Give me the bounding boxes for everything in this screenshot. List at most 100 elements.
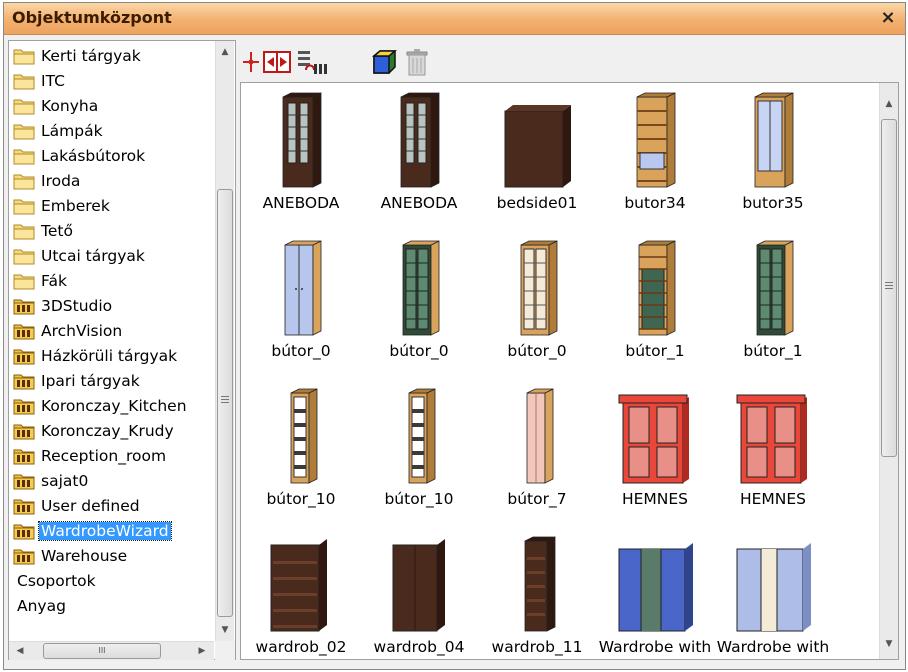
tree-item[interactable]: Reception_room xyxy=(9,443,214,468)
library-icon xyxy=(13,522,35,540)
list-view-icon[interactable] xyxy=(296,48,330,76)
object-name: wardrob_11 xyxy=(491,638,583,656)
tree-horizontal-scrollbar[interactable]: ◀ III ▶ xyxy=(9,641,214,660)
tree-scroll-thumb[interactable] xyxy=(217,189,233,617)
tree-item[interactable]: Fák xyxy=(9,268,214,293)
folder-icon xyxy=(13,197,35,215)
folder-icon xyxy=(13,47,35,65)
furniture-preview-icon xyxy=(615,239,695,339)
folder-icon xyxy=(13,222,35,240)
object-thumbnail[interactable]: butor34 xyxy=(597,85,713,235)
scroll-down-arrow-icon[interactable]: ▼ xyxy=(216,621,234,639)
object-thumbnail[interactable]: wardrob_04 xyxy=(361,529,477,659)
scroll-left-arrow-icon[interactable]: ◀ xyxy=(11,642,29,660)
tree-item[interactable]: User defined xyxy=(9,493,214,518)
object-thumbnail[interactable]: bútor_10 xyxy=(361,381,477,531)
object-thumbnail[interactable]: wardrob_02 xyxy=(243,529,359,659)
object-thumbnail[interactable]: ANEBODA xyxy=(243,85,359,235)
object-thumbnail[interactable]: bútor_1 xyxy=(715,233,831,383)
tree-item-label: User defined xyxy=(41,496,140,515)
grid-scroll-down-arrow-icon[interactable]: ▼ xyxy=(880,635,898,653)
close-button[interactable]: × xyxy=(877,7,899,29)
object-thumbnail[interactable]: wardrob_11 xyxy=(479,529,595,659)
object-name: butor35 xyxy=(742,194,804,212)
tree-item[interactable]: Lakásbútorok xyxy=(9,143,214,168)
scroll-up-arrow-icon[interactable]: ▲ xyxy=(216,43,234,61)
tree-item[interactable]: Lámpák xyxy=(9,118,214,143)
furniture-preview-icon xyxy=(379,535,459,635)
tree-item[interactable]: Anyag xyxy=(9,593,214,618)
folder-icon xyxy=(13,272,35,290)
tree-hscroll-thumb[interactable]: III xyxy=(43,643,161,659)
tree-item[interactable]: Konyha xyxy=(9,93,214,118)
object-name: ANEBODA xyxy=(380,194,458,212)
tree-item-label: Warehouse xyxy=(41,546,128,565)
tree-item[interactable]: Kerti tárgyak xyxy=(9,43,214,68)
object-name: bútor_1 xyxy=(743,342,803,360)
object-thumbnail[interactable]: bútor_0 xyxy=(361,233,477,383)
object-thumbnail[interactable]: butor35 xyxy=(715,85,831,235)
object-thumbnail[interactable]: Wardrobe with xyxy=(715,529,831,659)
tree-item[interactable]: Tető xyxy=(9,218,214,243)
object-thumbnail[interactable]: Wardrobe with xyxy=(597,529,713,659)
tree-item-label: Koronczay_Krudy xyxy=(41,421,174,440)
tree-item-label: WardrobeWizard xyxy=(38,520,172,541)
grid-vertical-scrollbar[interactable]: ▲ ▼ xyxy=(879,83,898,659)
tree-item-label: 3DStudio xyxy=(41,296,113,315)
furniture-preview-icon xyxy=(497,91,577,191)
tree-item[interactable]: 3DStudio xyxy=(9,293,214,318)
object-thumbnail[interactable]: HEMNES xyxy=(715,381,831,531)
object-name: bútor_1 xyxy=(625,342,685,360)
tree-item[interactable]: Ipari tárgyak xyxy=(9,368,214,393)
tree-item-label: Iroda xyxy=(41,171,81,190)
3d-view-icon[interactable] xyxy=(370,48,398,76)
title-bar[interactable]: Objektumközpont × xyxy=(4,3,905,35)
object-name: bútor_0 xyxy=(507,342,567,360)
object-thumbnail[interactable]: ANEBODA xyxy=(361,85,477,235)
tree-item[interactable]: Utcai tárgyak xyxy=(9,243,214,268)
window-title: Objektumközpont xyxy=(12,8,172,27)
tree-item[interactable]: ITC xyxy=(9,68,214,93)
furniture-preview-icon xyxy=(379,239,459,339)
scroll-right-arrow-icon[interactable]: ▶ xyxy=(193,642,211,660)
tree-item[interactable]: sajat0 xyxy=(9,468,214,493)
tree-item-label: Házkörüli tárgyak xyxy=(41,346,178,365)
tree-item-label: Ipari tárgyak xyxy=(41,371,140,390)
object-thumbnail[interactable]: bedside01 xyxy=(479,85,595,235)
object-thumbnail[interactable]: bútor_0 xyxy=(243,233,359,383)
furniture-preview-icon xyxy=(733,239,813,339)
object-thumbnail[interactable]: bútor_1 xyxy=(597,233,713,383)
grid-scroll-thumb[interactable] xyxy=(881,119,897,457)
tree-item-label: Reception_room xyxy=(41,446,167,465)
library-icon xyxy=(13,472,35,490)
grid-scroll-up-arrow-icon[interactable]: ▲ xyxy=(880,95,898,113)
tree-item[interactable]: Csoportok xyxy=(9,568,214,593)
library-icon xyxy=(13,497,35,515)
tree-item[interactable]: WardrobeWizard xyxy=(9,518,214,543)
tree-item[interactable]: Warehouse xyxy=(9,543,214,568)
insert-point-icon[interactable] xyxy=(242,48,260,76)
move-icon[interactable] xyxy=(262,48,292,76)
tree-item-label: Konyha xyxy=(41,96,99,115)
folder-icon xyxy=(13,97,35,115)
object-name: Wardrobe with xyxy=(598,638,712,656)
object-grid-panel: ANEBODA ANEBODA bedside01 butor34 butor35 bút… xyxy=(240,82,899,660)
tree-item-label: Lámpák xyxy=(41,121,103,140)
tree-item[interactable]: Koronczay_Krudy xyxy=(9,418,214,443)
furniture-preview-icon xyxy=(733,91,813,191)
category-tree: Kerti tárgyak ITC Konyha Lámpák Lakásbútorok… xyxy=(8,40,236,660)
tree-item[interactable]: Koronczay_Kitchen xyxy=(9,393,214,418)
tree-vertical-scrollbar[interactable]: ▲ ▼ xyxy=(215,41,234,641)
object-name: butor34 xyxy=(624,194,686,212)
object-name: wardrob_02 xyxy=(255,638,347,656)
tree-item[interactable]: Iroda xyxy=(9,168,214,193)
tree-item[interactable]: Emberek xyxy=(9,193,214,218)
tree-item[interactable]: ArchVision xyxy=(9,318,214,343)
trash-icon[interactable] xyxy=(404,48,430,76)
object-thumbnail[interactable]: bútor_7 xyxy=(479,381,595,531)
tree-item[interactable]: Házkörüli tárgyak xyxy=(9,343,214,368)
object-thumbnail[interactable]: HEMNES xyxy=(597,381,713,531)
object-thumbnail[interactable]: bútor_10 xyxy=(243,381,359,531)
object-thumbnail[interactable]: bútor_0 xyxy=(479,233,595,383)
tree-item-label: ArchVision xyxy=(41,321,123,340)
